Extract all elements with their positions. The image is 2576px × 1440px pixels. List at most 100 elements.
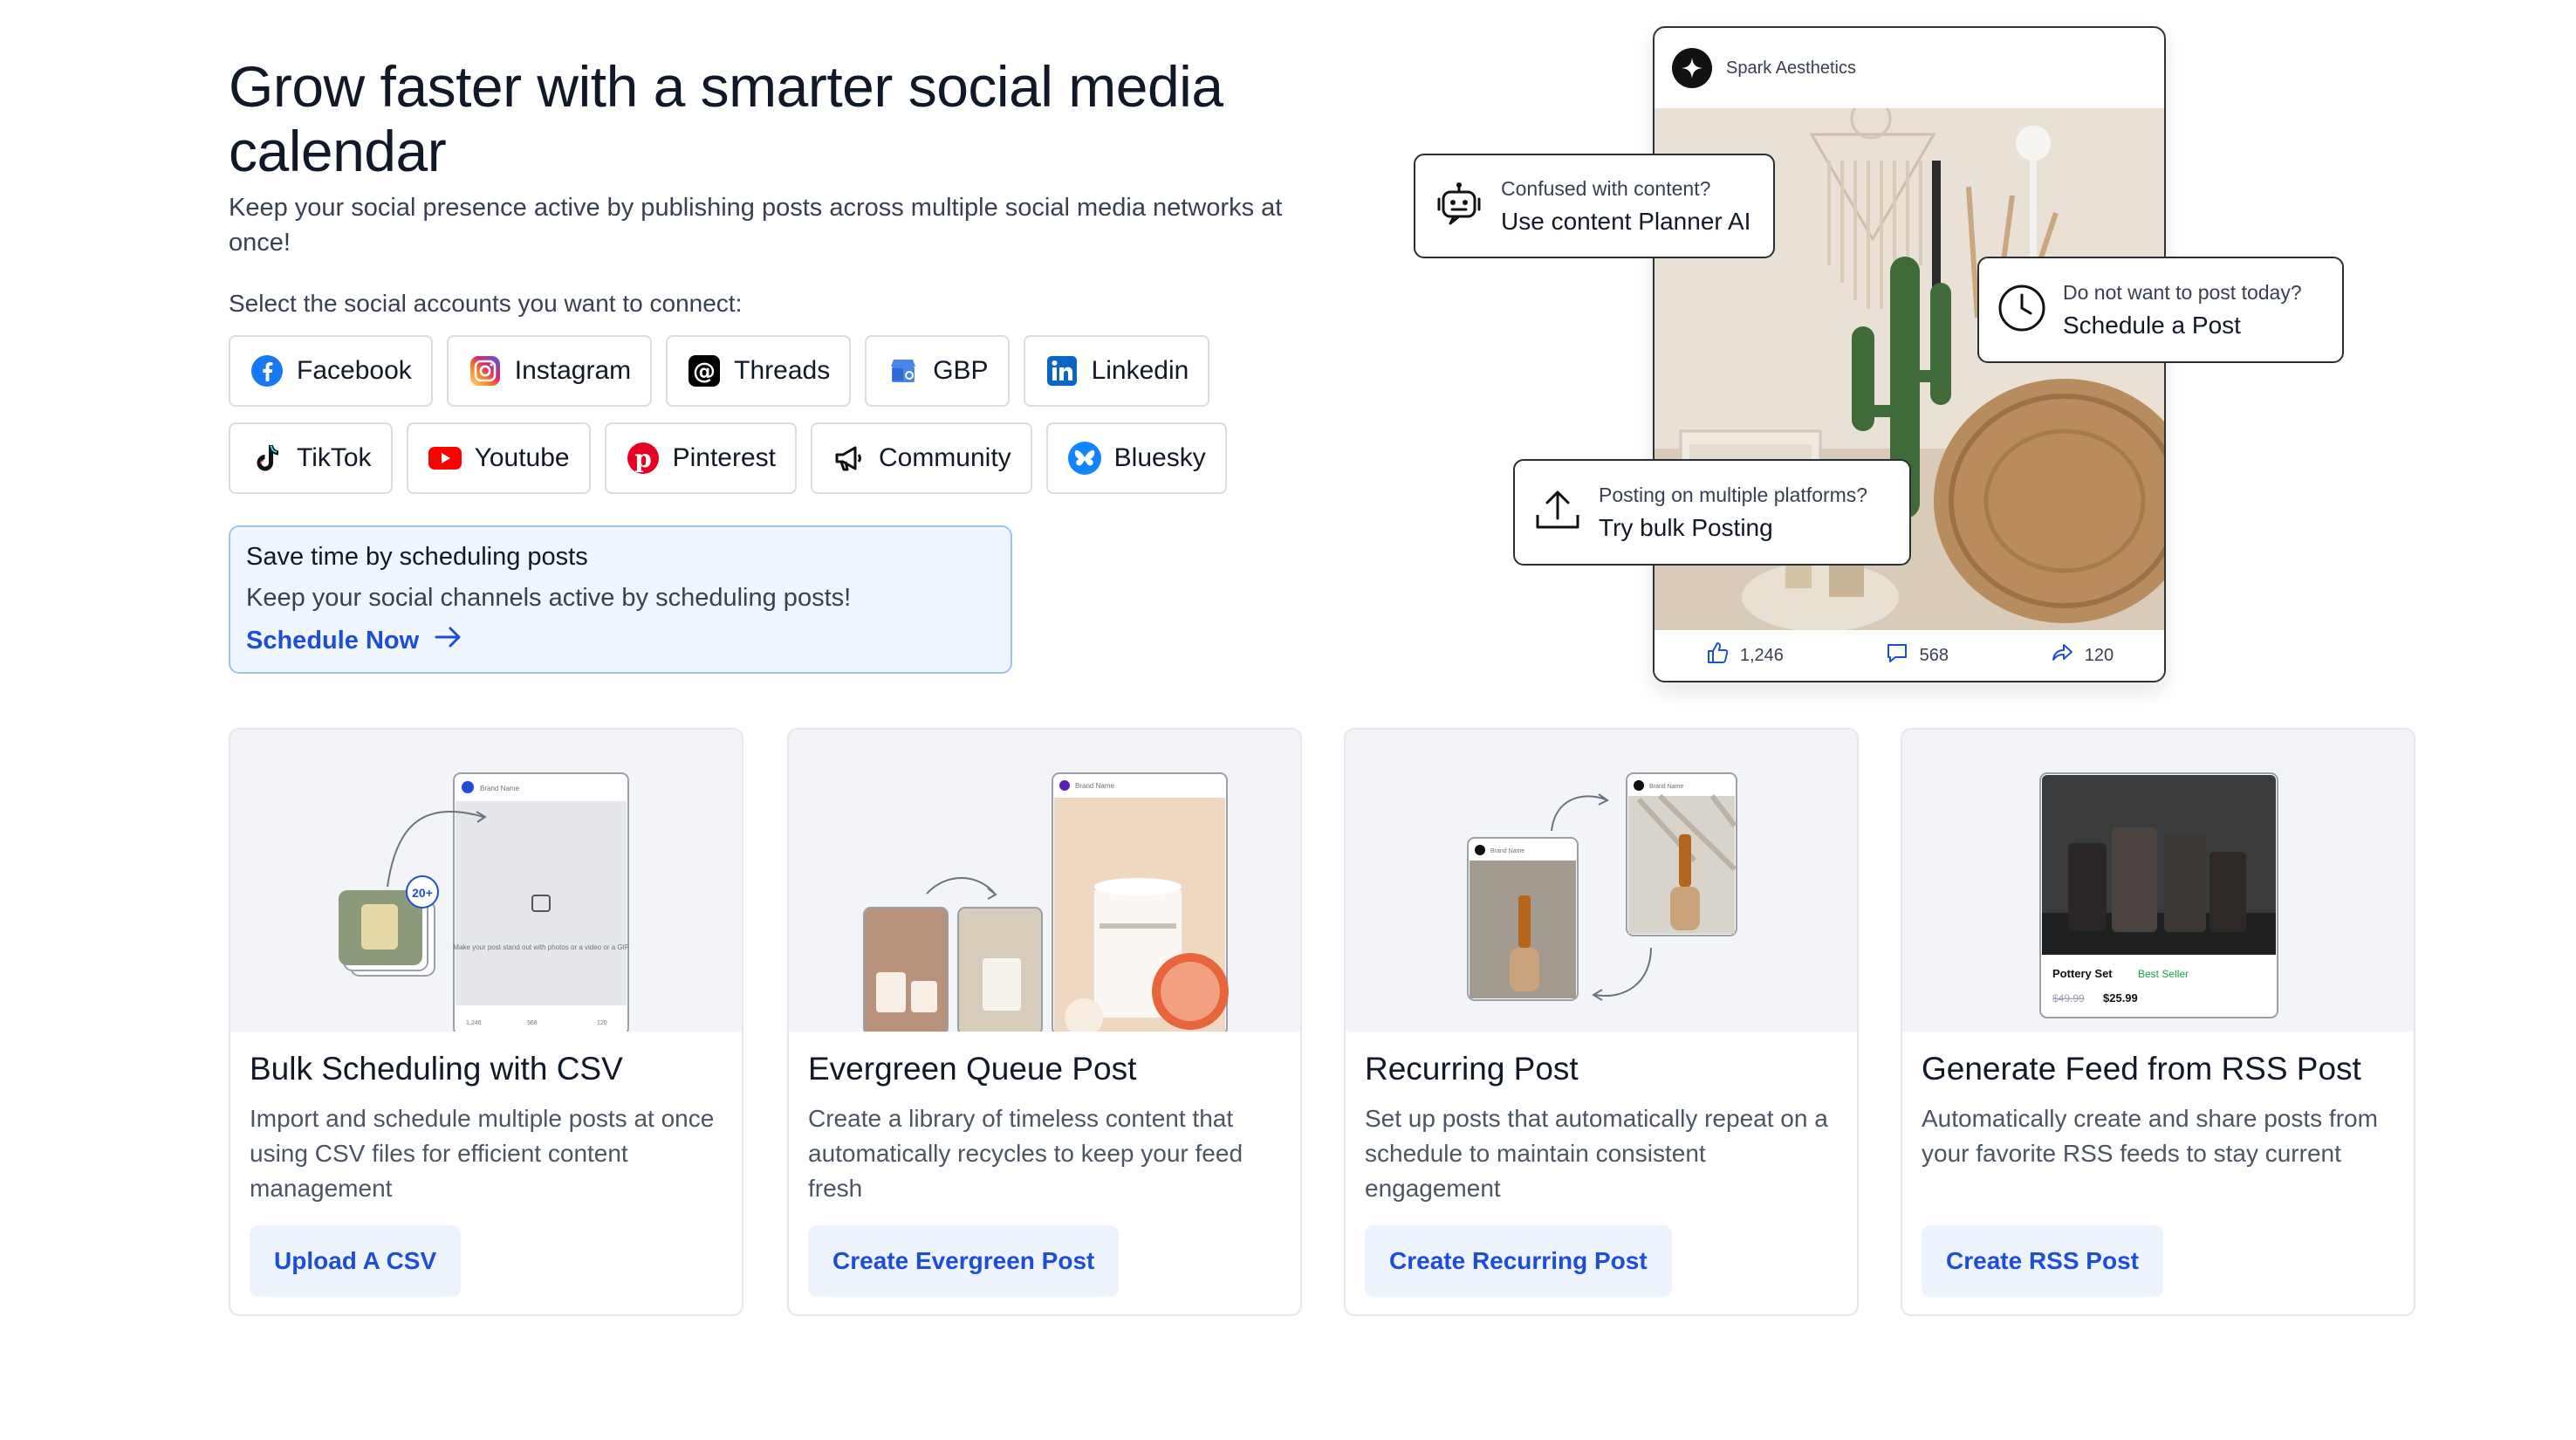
feature-card-rss: Pottery Set Best Seller $49.99 $25.99 Ge… bbox=[1901, 728, 2415, 1316]
schedule-question: Do not want to post today? bbox=[2063, 280, 2302, 304]
evergreen-illustration: Brand Name bbox=[789, 730, 1300, 1032]
community-label: Community bbox=[878, 443, 1011, 472]
schedule-now-link[interactable]: Schedule Now bbox=[246, 625, 995, 656]
tiktok-icon bbox=[250, 441, 284, 476]
shares-count: 120 bbox=[2084, 645, 2114, 665]
post-brand-name: Spark Aesthetics bbox=[1726, 58, 1856, 78]
bulk-brand-text: Brand Name bbox=[480, 785, 519, 792]
content-planner-callout[interactable]: Confused with content? Use content Plann… bbox=[1414, 154, 1775, 258]
feature-card-evergreen: Brand Name Evergreen Queue Post Create a… bbox=[787, 728, 1302, 1316]
connect-bluesky-button[interactable]: Bluesky bbox=[1045, 422, 1227, 494]
connect-instagram-button[interactable]: Instagram bbox=[446, 335, 653, 407]
network-buttons-row-1: Facebook Instagram @ Threads GBP Linkedi… bbox=[229, 335, 1210, 407]
pinterest-icon: p bbox=[626, 441, 661, 476]
card-title: Generate Feed from RSS Post bbox=[1922, 1051, 2361, 1087]
connect-pinterest-button[interactable]: p Pinterest bbox=[604, 422, 797, 494]
card-title: Recurring Post bbox=[1365, 1051, 1579, 1087]
rss-illustration: Pottery Set Best Seller $49.99 $25.99 bbox=[1902, 730, 2414, 1032]
bulk-action: Try bulk Posting bbox=[1599, 513, 1773, 541]
feature-card-bulk-csv: Brand Name Make your post stand out with… bbox=[229, 728, 743, 1316]
clock-icon bbox=[1997, 283, 2047, 338]
page-subtitle: Keep your social presence active by publ… bbox=[229, 194, 1283, 257]
bulk-likes-text: 1,246 bbox=[466, 1020, 482, 1026]
promo-title: Save time by scheduling posts bbox=[246, 543, 588, 571]
instagram-label: Instagram bbox=[514, 356, 632, 385]
card-description: Set up posts that automatically repeat o… bbox=[1365, 1105, 1828, 1202]
gbp-icon bbox=[886, 353, 921, 388]
schedule-action: Schedule a Post bbox=[2063, 311, 2241, 339]
recurring-illustration: Brand Name Brand Name bbox=[1346, 730, 1857, 1032]
linkedin-label: Linkedin bbox=[1091, 356, 1189, 385]
robot-icon bbox=[1433, 178, 1485, 235]
upload-csv-button[interactable]: Upload A CSV bbox=[250, 1225, 462, 1297]
planner-question: Confused with content? bbox=[1501, 176, 1711, 200]
bluesky-icon bbox=[1067, 441, 1102, 476]
bulk-hint-text: Make your post stand out with photos or … bbox=[453, 943, 629, 951]
comment-icon bbox=[1885, 641, 1909, 670]
svg-text:p: p bbox=[634, 444, 652, 473]
linkedin-icon bbox=[1045, 353, 1079, 388]
thumbs-up-icon bbox=[1705, 641, 1730, 670]
post-comments[interactable]: 568 bbox=[1885, 641, 1949, 670]
post-engagement-bar: 1,246 568 120 bbox=[1655, 630, 2164, 681]
post-shares[interactable]: 120 bbox=[2050, 641, 2114, 670]
connect-threads-button[interactable]: @ Threads bbox=[666, 335, 852, 407]
tiktok-label: TikTok bbox=[297, 443, 372, 472]
threads-label: Threads bbox=[734, 356, 831, 385]
post-header: Spark Aesthetics bbox=[1655, 28, 2164, 108]
connect-community-button[interactable]: Community bbox=[810, 422, 1032, 494]
youtube-label: Youtube bbox=[474, 443, 570, 472]
connect-youtube-button[interactable]: Youtube bbox=[406, 422, 591, 494]
facebook-label: Facebook bbox=[297, 356, 412, 385]
select-accounts-label: Select the social accounts you want to c… bbox=[229, 290, 743, 317]
likes-count: 1,246 bbox=[1739, 645, 1784, 665]
page-title: Grow faster with a smarter social media … bbox=[229, 54, 1223, 183]
connect-linkedin-button[interactable]: Linkedin bbox=[1023, 335, 1210, 407]
connect-facebook-button[interactable]: Facebook bbox=[229, 335, 433, 407]
bulk-posting-callout[interactable]: Posting on multiple platforms? Try bulk … bbox=[1513, 459, 1911, 566]
recurring-brand-a-text: Brand Name bbox=[1490, 848, 1524, 854]
create-rss-post-button[interactable]: Create RSS Post bbox=[1922, 1225, 2163, 1297]
planner-action: Use content Planner AI bbox=[1501, 207, 1751, 235]
card-description: Automatically create and share posts fro… bbox=[1922, 1105, 2378, 1167]
share-icon bbox=[2050, 641, 2074, 670]
rss-product-text: Pottery Set bbox=[2052, 967, 2113, 980]
create-evergreen-post-button[interactable]: Create Evergreen Post bbox=[808, 1225, 1120, 1297]
threads-icon: @ bbox=[687, 353, 722, 388]
post-likes[interactable]: 1,246 bbox=[1705, 641, 1784, 670]
bulk-csv-illustration: Brand Name Make your post stand out with… bbox=[230, 730, 742, 1032]
bulk-comments-text: 568 bbox=[527, 1020, 538, 1026]
sparkle-icon bbox=[1672, 48, 1712, 88]
schedule-post-callout[interactable]: Do not want to post today? Schedule a Po… bbox=[1977, 257, 2344, 363]
create-recurring-post-button[interactable]: Create Recurring Post bbox=[1365, 1225, 1672, 1297]
rss-price-text: $25.99 bbox=[2103, 991, 2138, 1005]
feature-card-recurring: Brand Name Brand Name Recurring Post Set… bbox=[1344, 728, 1859, 1316]
upload-icon bbox=[1532, 485, 1583, 540]
instagram-icon bbox=[468, 353, 503, 388]
facebook-icon bbox=[250, 353, 284, 388]
promo-text: Keep your social channels active by sche… bbox=[246, 584, 852, 612]
megaphone-icon bbox=[832, 441, 867, 476]
card-title: Evergreen Queue Post bbox=[808, 1051, 1137, 1087]
scheduling-promo: Save time by scheduling posts Keep your … bbox=[229, 525, 1012, 674]
connect-tiktok-button[interactable]: TikTok bbox=[229, 422, 393, 494]
card-description: Create a library of timeless content tha… bbox=[808, 1105, 1243, 1202]
gbp-label: GBP bbox=[933, 356, 989, 385]
comments-count: 568 bbox=[1919, 645, 1949, 665]
network-buttons-row-2: TikTok Youtube p Pinterest Community Blu… bbox=[229, 422, 1227, 494]
rss-old-price-text: $49.99 bbox=[2052, 992, 2085, 1005]
card-description: Import and schedule multiple posts at on… bbox=[250, 1105, 715, 1202]
svg-text:@: @ bbox=[693, 359, 716, 385]
bulk-question: Posting on multiple platforms? bbox=[1599, 483, 1868, 506]
evergreen-brand-text: Brand Name bbox=[1075, 782, 1114, 790]
bluesky-label: Bluesky bbox=[1113, 443, 1206, 472]
schedule-now-label: Schedule Now bbox=[246, 626, 420, 655]
arrow-right-icon bbox=[435, 625, 462, 656]
recurring-brand-b-text: Brand Name bbox=[1649, 784, 1683, 790]
card-title: Bulk Scheduling with CSV bbox=[250, 1051, 623, 1087]
pinterest-label: Pinterest bbox=[672, 443, 776, 472]
bulk-shares-text: 120 bbox=[597, 1020, 607, 1026]
bulk-count-badge: 20+ bbox=[412, 886, 433, 900]
connect-gbp-button[interactable]: GBP bbox=[865, 335, 1010, 407]
rss-badge-text: Best Seller bbox=[2138, 968, 2189, 980]
